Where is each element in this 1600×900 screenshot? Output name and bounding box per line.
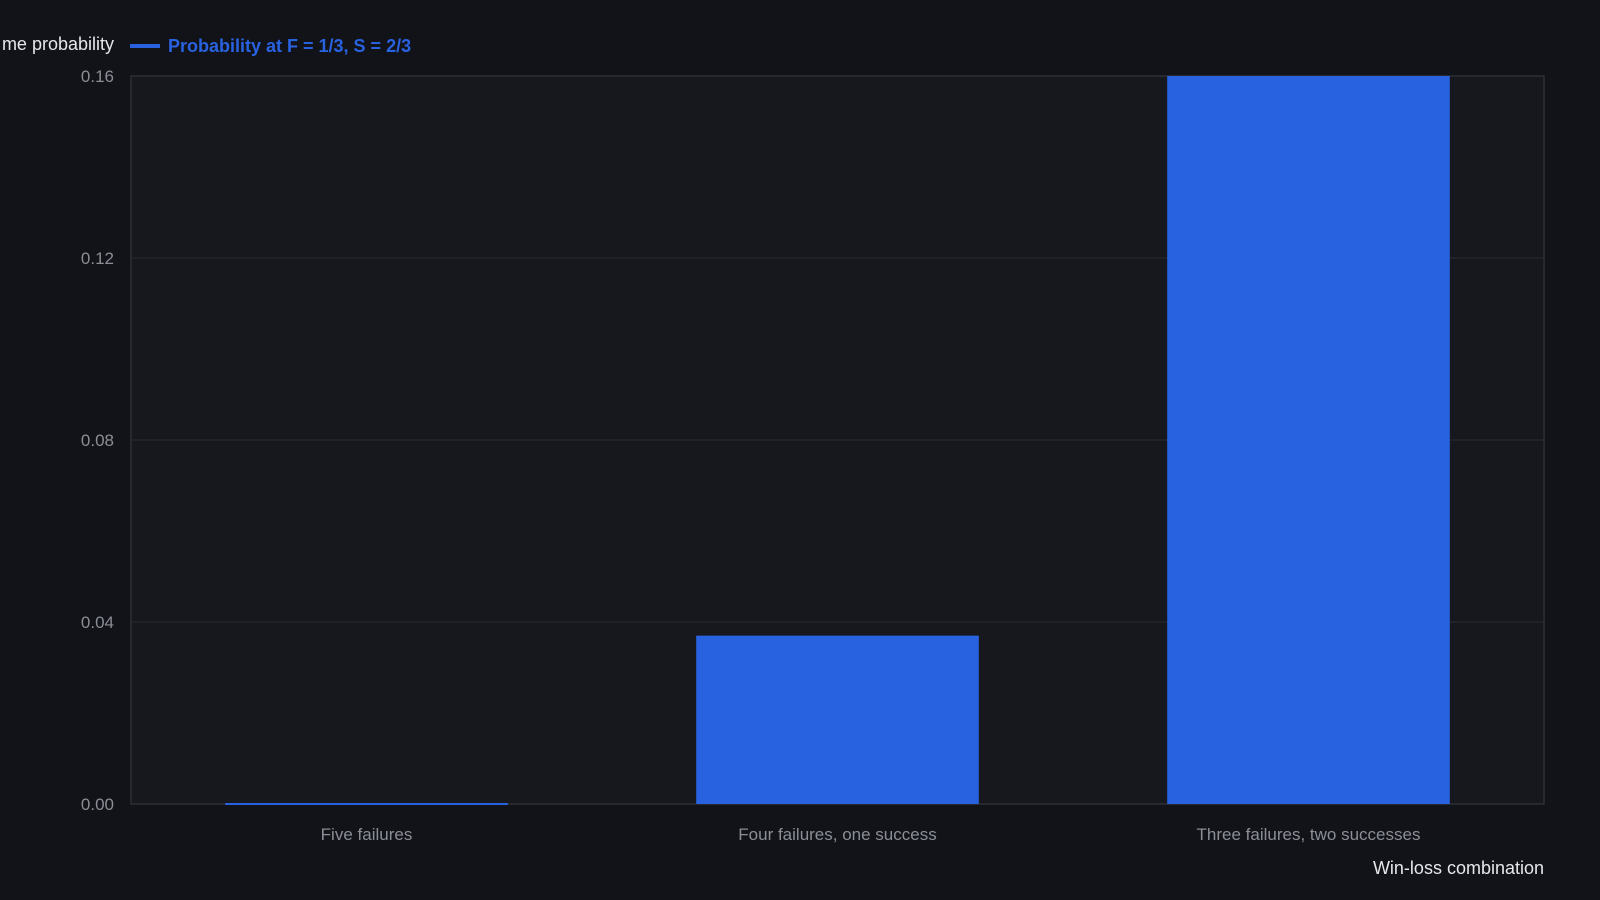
y-tick-label: 0.12 xyxy=(81,249,114,268)
y-tick-label: 0.00 xyxy=(81,795,114,814)
bar[interactable] xyxy=(696,635,979,804)
x-axis-title: Win-loss combination xyxy=(1373,858,1544,878)
y-axis-title: me probability xyxy=(2,34,114,54)
y-axis-ticks: 0.00 0.04 0.08 0.12 0.16 xyxy=(81,67,114,814)
x-axis-ticks: Five failures Four failures, one success T… xyxy=(321,825,1421,844)
bar[interactable] xyxy=(225,803,508,805)
y-tick-label: 0.04 xyxy=(81,613,114,632)
x-tick-label: Three failures, two successes xyxy=(1197,825,1421,844)
y-tick-label: 0.16 xyxy=(81,67,114,86)
y-tick-label: 0.08 xyxy=(81,431,114,450)
x-tick-label: Five failures xyxy=(321,825,413,844)
bar[interactable] xyxy=(1167,76,1450,804)
legend-series-label: Probability at F = 1/3, S = 2/3 xyxy=(168,36,411,56)
x-tick-label: Four failures, one success xyxy=(738,825,936,844)
bar-chart: 0.00 0.04 0.08 0.12 0.16 Five failures Four f… xyxy=(2,34,1545,878)
legend: Probability at F = 1/3, S = 2/3 xyxy=(130,36,411,56)
